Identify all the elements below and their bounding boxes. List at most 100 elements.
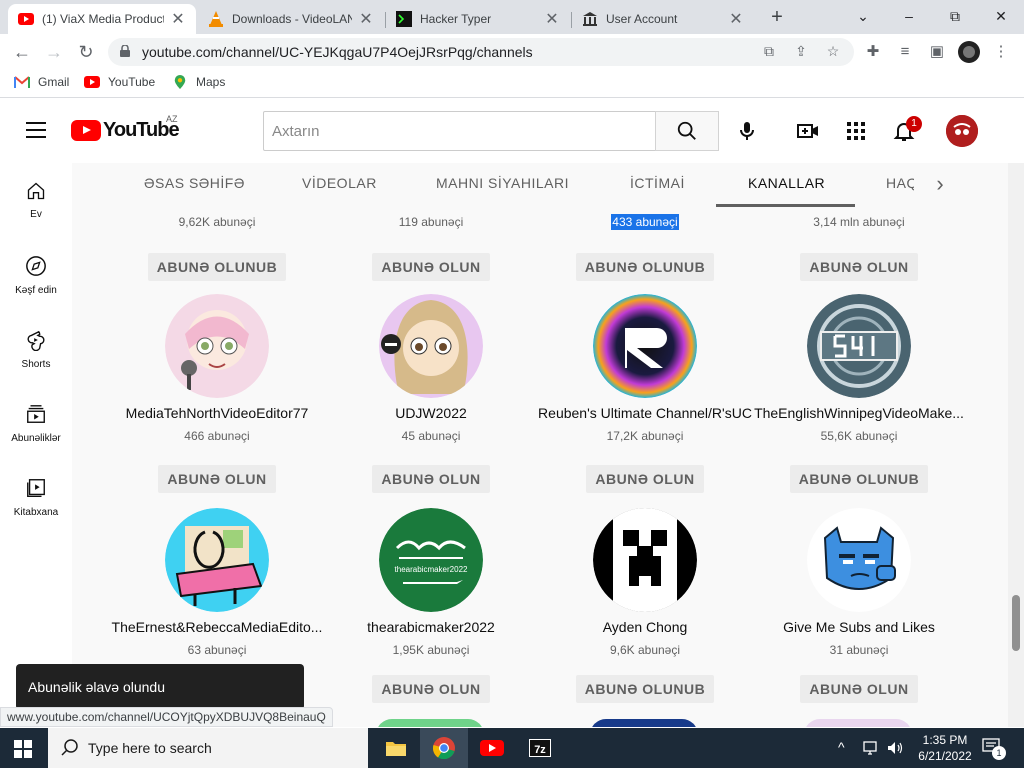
channel-avatar[interactable] <box>165 294 269 398</box>
channel-card[interactable]: UDJW2022 45 abunəçi ABUNƏ OLUN <box>324 294 538 493</box>
channel-card[interactable]: thearabicmaker2022 thearabicmaker2022 1,… <box>324 508 538 657</box>
windows-start-icon[interactable] <box>14 740 32 758</box>
reload-button[interactable]: ↻ <box>74 40 98 64</box>
channel-avatar[interactable] <box>593 294 697 398</box>
tab-community[interactable]: İCTİMAİ <box>630 175 685 191</box>
close-tab-icon[interactable]: ✕ <box>170 9 186 29</box>
7zip-app[interactable]: 7z <box>516 728 564 768</box>
close-tab-icon[interactable]: ✕ <box>728 9 744 29</box>
close-tab-icon[interactable]: ✕ <box>544 9 560 29</box>
guide-menu-icon[interactable] <box>26 122 46 138</box>
new-tab-button[interactable]: + <box>766 6 788 29</box>
profile-avatar[interactable] <box>958 41 980 63</box>
url-text[interactable]: youtube.com/channel/UC-YEJKqgaU7P4OejJRs… <box>142 44 533 60</box>
close-tab-icon[interactable]: ✕ <box>358 9 374 29</box>
subscribe-button[interactable]: ABUNƏ OLUNUB <box>575 675 715 703</box>
channel-card[interactable]: Give Me Subs and Likes 31 abunəçi <box>752 508 966 657</box>
address-bar[interactable]: youtube.com/channel/UC-YEJKqgaU7P4OejJRs… <box>108 38 854 66</box>
microphone-icon[interactable] <box>735 119 759 143</box>
extensions-puzzle-icon[interactable]: ✚ <box>862 41 884 63</box>
side-panel-icon[interactable]: ▣ <box>926 41 948 63</box>
search-input[interactable]: Axtarın <box>263 111 656 151</box>
bookmark-star-icon[interactable]: ☆ <box>824 43 842 61</box>
channel-name[interactable]: TheErnest&RebeccaMediaEdito... <box>110 619 324 635</box>
account-avatar[interactable] <box>946 115 978 147</box>
channel-name[interactable]: thearabicmaker2022 <box>324 619 538 635</box>
sidebar-item-home[interactable]: Ev <box>0 181 72 220</box>
bookmark-youtube[interactable]: YouTube <box>84 75 155 89</box>
back-button[interactable]: ← <box>10 40 34 64</box>
subscribe-button[interactable]: ABUNƏ OLUNUB <box>147 253 287 281</box>
channel-card[interactable]: TheEnglishWinnipegVideoMake... 55,6K abu… <box>752 294 966 493</box>
taskbar-search-input[interactable]: Type here to search <box>48 728 368 768</box>
forward-button[interactable]: → <box>42 40 66 64</box>
sidebar-item-library[interactable]: Kitabxana <box>0 477 72 518</box>
scrollbar-thumb[interactable] <box>1012 595 1020 651</box>
bookmark-maps[interactable]: Maps <box>172 75 225 89</box>
file-explorer-app[interactable] <box>372 728 420 768</box>
channel-name[interactable]: Give Me Subs and Likes <box>752 619 966 635</box>
browser-tab-user-account[interactable]: User Account ✕ <box>572 4 754 34</box>
page-scrollbar[interactable] <box>1008 163 1024 727</box>
subscribe-button[interactable]: ABUNƏ OLUNUB <box>789 465 929 493</box>
share-icon[interactable]: ⇪ <box>792 43 810 61</box>
bookmark-gmail[interactable]: Gmail <box>14 75 69 89</box>
create-video-icon[interactable] <box>796 119 820 143</box>
channel-avatar[interactable]: thearabicmaker2022 <box>379 508 483 612</box>
open-in-app-icon[interactable]: ⧉ <box>760 43 778 61</box>
tab-channels[interactable]: KANALLAR <box>748 175 825 191</box>
chevron-right-icon[interactable]: › <box>928 171 952 197</box>
tab-search-button[interactable]: ⌄ <box>840 4 886 28</box>
menu-kebab-icon[interactable]: ⋮ <box>990 41 1012 63</box>
tab-playlists[interactable]: MAHNI SİYAHILARI <box>436 175 569 191</box>
channel-avatar[interactable] <box>807 294 911 398</box>
channel-avatar[interactable] <box>593 508 697 612</box>
lock-icon[interactable] <box>120 45 130 57</box>
channel-avatar-partial[interactable] <box>590 719 698 727</box>
youtube-logo[interactable]: YouTube AZ <box>71 114 180 142</box>
channel-avatar[interactable] <box>165 508 269 612</box>
channel-name[interactable]: TheEnglishWinnipegVideoMake... <box>752 405 966 421</box>
channel-avatar-partial[interactable] <box>804 719 912 727</box>
minimize-button[interactable]: – <box>886 4 932 28</box>
subscribe-button[interactable]: ABUNƏ OLUN <box>158 465 276 493</box>
chrome-app[interactable] <box>420 728 468 768</box>
subscribe-button[interactable]: ABUNƏ OLUN <box>800 675 918 703</box>
sidebar-item-shorts[interactable]: Shorts <box>0 329 72 370</box>
tab-videos[interactable]: VİDEOLAR <box>302 175 377 191</box>
apps-grid-icon[interactable] <box>844 119 868 143</box>
channel-card[interactable]: Reuben's Ultimate Channel/R'sUC 17,2K ab… <box>538 294 752 493</box>
restore-button[interactable]: ⧉ <box>932 4 978 28</box>
channel-name[interactable]: Ayden Chong <box>538 619 752 635</box>
tab-about[interactable]: HAQ <box>886 175 914 191</box>
subscribe-button[interactable]: ABUNƏ OLUN <box>800 253 918 281</box>
youtube-app[interactable] <box>468 728 516 768</box>
channel-card[interactable]: MediaTehNorthVideoEditor77 466 abunəçi A… <box>110 294 324 493</box>
sidebar-item-subscriptions[interactable]: Abunəliklər <box>0 403 72 444</box>
channel-avatar[interactable] <box>807 508 911 612</box>
subscribe-button[interactable]: ABUNƏ OLUN <box>372 465 490 493</box>
channel-card[interactable]: TheErnest&RebeccaMediaEdito... 63 abunəç… <box>110 508 324 657</box>
browser-tab-hacker-typer[interactable]: Hacker Typer ✕ <box>386 4 570 34</box>
volume-icon[interactable] <box>886 740 904 756</box>
channel-name[interactable]: MediaTehNorthVideoEditor77 <box>110 405 324 421</box>
channel-avatar-partial[interactable] <box>376 719 484 727</box>
show-hidden-icons-chevron-icon[interactable]: ^ <box>838 739 845 768</box>
subscribe-button[interactable]: ABUNƏ OLUN <box>372 253 490 281</box>
channel-name[interactable]: UDJW2022 <box>324 405 538 421</box>
media-control-icon[interactable]: ≡ <box>894 41 916 63</box>
channel-avatar[interactable] <box>379 294 483 398</box>
network-icon[interactable] <box>862 740 880 756</box>
browser-tab-youtube[interactable]: (1) ViaX Media Product ✕ <box>8 4 196 34</box>
tab-home[interactable]: ƏSAS SƏHİFƏ <box>144 175 245 191</box>
subscribe-button[interactable]: ABUNƏ OLUNUB <box>575 253 715 281</box>
subscribe-button[interactable]: ABUNƏ OLUN <box>586 465 704 493</box>
subscribe-button[interactable]: ABUNƏ OLUN <box>372 675 490 703</box>
browser-tab-videolan[interactable]: Downloads - VideoLAN ✕ <box>198 4 384 34</box>
channel-card[interactable]: Ayden Chong 9,6K abunəçi <box>538 508 752 657</box>
system-clock[interactable]: 1:35 PM 6/21/2022 <box>912 732 978 764</box>
channel-name[interactable]: Reuben's Ultimate Channel/R'sUC <box>538 405 752 421</box>
action-center-button[interactable]: 1 <box>982 738 1006 760</box>
search-button[interactable] <box>655 111 719 151</box>
sidebar-item-explore[interactable]: Kəşf edin <box>0 255 72 296</box>
